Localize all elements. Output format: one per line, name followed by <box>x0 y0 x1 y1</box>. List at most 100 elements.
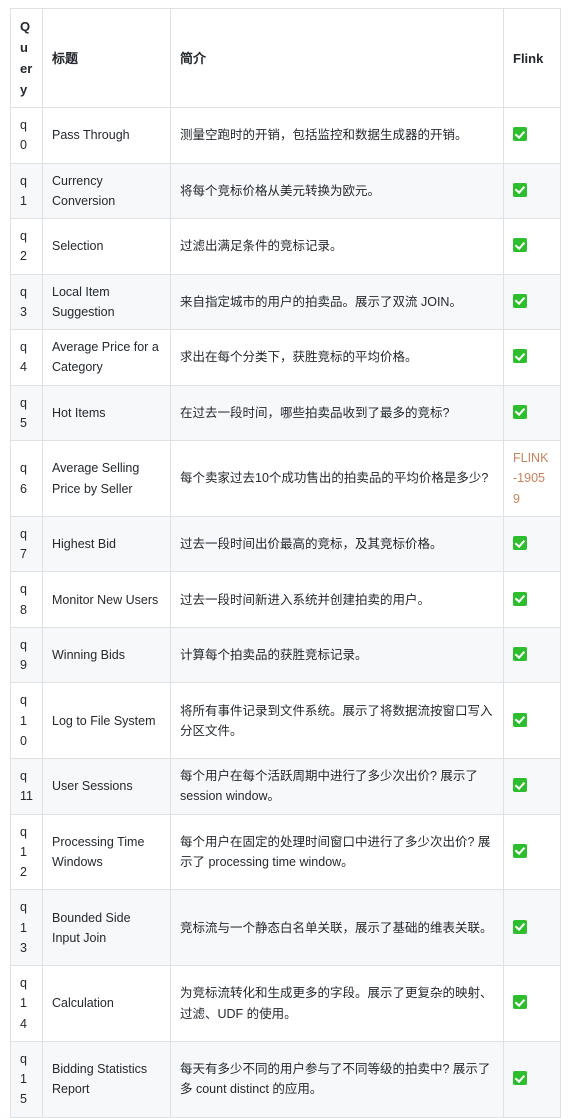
cell-description: 计算每个拍卖品的获胜竞标记录。 <box>170 626 504 684</box>
cell-query-id: q14 <box>10 965 43 1042</box>
cell-query-id: q15 <box>10 1040 43 1118</box>
table-row: q13 Bounded Side Input Join 竞标流与一个静态白名单关联，… <box>10 889 561 967</box>
column-header-description: 简介 <box>170 7 504 109</box>
cell-title: Monitor New Users <box>42 571 171 628</box>
cell-description: 过滤出满足条件的竞标记录。 <box>170 218 504 275</box>
check-mark-icon <box>513 712 527 727</box>
cell-flink-status <box>503 813 561 891</box>
table-row: q6 Average Selling Price by Seller 每个卖家过去1… <box>10 440 561 517</box>
cell-title: Bounded Side Input Join <box>42 889 171 967</box>
cell-flink-status: FLINK-19059 <box>503 440 561 517</box>
check-mark-icon <box>513 293 527 308</box>
nexmark-query-table: Query 标题 简介 Flink q0 Pass Through 测量空跑时的开销… <box>10 7 561 1118</box>
cell-query-id: q8 <box>10 571 43 628</box>
table-row: q0 Pass Through 测量空跑时的开销，包括监控和数据生成器的开销。 <box>10 107 561 164</box>
flink-issue-link[interactable]: FLINK-19059 <box>513 451 548 506</box>
table-body: q0 Pass Through 测量空跑时的开销，包括监控和数据生成器的开销。 q1 C… <box>10 107 561 1118</box>
cell-query-id: q6 <box>10 440 43 517</box>
header-row: Query 标题 简介 Flink <box>10 7 561 109</box>
cell-query-id: q10 <box>10 682 43 760</box>
check-mark-icon <box>513 1071 527 1086</box>
cell-query-id: q2 <box>10 218 43 275</box>
cell-title: Highest Bid <box>42 515 171 573</box>
table-row: q15 Bidding Statistics Report 每天有多少不同的用户参与… <box>10 1040 561 1118</box>
cell-title: User Sessions <box>42 758 171 815</box>
table-row: q8 Monitor New Users 过去一段时间新进入系统并创建拍卖的用户。 <box>10 571 561 628</box>
check-mark-icon <box>513 536 527 551</box>
column-header-title: 标题 <box>42 7 171 109</box>
cell-flink-status <box>503 218 561 275</box>
cell-description: 每天有多少不同的用户参与了不同等级的拍卖中? 展示了多 count distin… <box>170 1040 504 1118</box>
cell-description: 过去一段时间出价最高的竞标，及其竞标价格。 <box>170 515 504 573</box>
check-mark-icon <box>513 404 527 419</box>
check-mark-icon <box>513 995 527 1010</box>
table-row: q5 Hot Items 在过去一段时间，哪些拍卖品收到了最多的竞标? <box>10 384 561 442</box>
check-mark-icon <box>513 778 527 793</box>
check-mark-icon <box>513 591 527 606</box>
table-row: q2 Selection 过滤出满足条件的竞标记录。 <box>10 218 561 275</box>
check-mark-icon <box>513 843 527 858</box>
check-mark-icon <box>513 127 527 142</box>
cell-flink-status <box>503 758 561 815</box>
cell-flink-status <box>503 515 561 573</box>
cell-description: 求出在每个分类下，获胜竞标的平均价格。 <box>170 329 504 386</box>
cell-description: 在过去一段时间，哪些拍卖品收到了最多的竞标? <box>170 384 504 442</box>
cell-title: Currency Conversion <box>42 162 171 220</box>
cell-query-id: q11 <box>10 758 43 815</box>
cell-flink-status <box>503 889 561 967</box>
cell-flink-status <box>503 329 561 386</box>
table-row: q4 Average Price for a Category 求出在每个分类下，获… <box>10 329 561 386</box>
table-row: q7 Highest Bid 过去一段时间出价最高的竞标，及其竞标价格。 <box>10 515 561 573</box>
check-mark-icon <box>513 182 527 197</box>
cell-flink-status <box>503 626 561 684</box>
cell-flink-status <box>503 965 561 1042</box>
cell-description: 每个用户在固定的处理时间窗口中进行了多少次出价? 展示了 processing … <box>170 813 504 891</box>
cell-flink-status <box>503 162 561 220</box>
cell-title: Hot Items <box>42 384 171 442</box>
check-mark-icon <box>513 349 527 364</box>
table-row: q12 Processing Time Windows 每个用户在固定的处理时间窗口… <box>10 813 561 891</box>
cell-description: 为竞标流转化和生成更多的字段。展示了更复杂的映射、过滤、UDF 的使用。 <box>170 965 504 1042</box>
cell-title: Local Item Suggestion <box>42 273 171 331</box>
cell-description: 每个用户在每个活跃周期中进行了多少次出价? 展示了 session window… <box>170 758 504 815</box>
cell-flink-status <box>503 682 561 760</box>
cell-query-id: q4 <box>10 329 43 386</box>
cell-title: Log to File System <box>42 682 171 760</box>
cell-query-id: q0 <box>10 107 43 164</box>
cell-query-id: q1 <box>10 162 43 220</box>
cell-query-id: q5 <box>10 384 43 442</box>
cell-title: Selection <box>42 218 171 275</box>
cell-title: Calculation <box>42 965 171 1042</box>
cell-query-id: q7 <box>10 515 43 573</box>
cell-description: 每个卖家过去10个成功售出的拍卖品的平均价格是多少? <box>170 440 504 517</box>
cell-description: 过去一段时间新进入系统并创建拍卖的用户。 <box>170 571 504 628</box>
cell-description: 将所有事件记录到文件系统。展示了将数据流按窗口写入分区文件。 <box>170 682 504 760</box>
cell-flink-status <box>503 571 561 628</box>
cell-description: 来自指定城市的用户的拍卖品。展示了双流 JOIN。 <box>170 273 504 331</box>
table-row: q14 Calculation 为竞标流转化和生成更多的字段。展示了更复杂的映射、过… <box>10 965 561 1042</box>
cell-query-id: q3 <box>10 273 43 331</box>
table-row: q1 Currency Conversion 将每个竞标价格从美元转换为欧元。 <box>10 162 561 220</box>
cell-query-id: q9 <box>10 626 43 684</box>
cell-flink-status <box>503 107 561 164</box>
cell-flink-status <box>503 1040 561 1118</box>
cell-query-id: q13 <box>10 889 43 967</box>
cell-flink-status <box>503 384 561 442</box>
cell-title: Average Price for a Category <box>42 329 171 386</box>
cell-description: 将每个竞标价格从美元转换为欧元。 <box>170 162 504 220</box>
table-row: q10 Log to File System 将所有事件记录到文件系统。展示了将数据… <box>10 682 561 760</box>
check-mark-icon <box>513 919 527 934</box>
cell-title: Pass Through <box>42 107 171 164</box>
column-header-flink: Flink <box>503 7 561 109</box>
table-container: Query 标题 简介 Flink q0 Pass Through 测量空跑时的开销… <box>0 0 570 1118</box>
check-mark-icon <box>513 238 527 253</box>
table-row: q11 User Sessions 每个用户在每个活跃周期中进行了多少次出价? 展示… <box>10 758 561 815</box>
table-row: q9 Winning Bids 计算每个拍卖品的获胜竞标记录。 <box>10 626 561 684</box>
cell-title: Average Selling Price by Seller <box>42 440 171 517</box>
cell-title: Bidding Statistics Report <box>42 1040 171 1118</box>
cell-title: Processing Time Windows <box>42 813 171 891</box>
table-header: Query 标题 简介 Flink <box>10 7 561 109</box>
cell-description: 竞标流与一个静态白名单关联，展示了基础的维表关联。 <box>170 889 504 967</box>
cell-title: Winning Bids <box>42 626 171 684</box>
check-mark-icon <box>513 647 527 662</box>
